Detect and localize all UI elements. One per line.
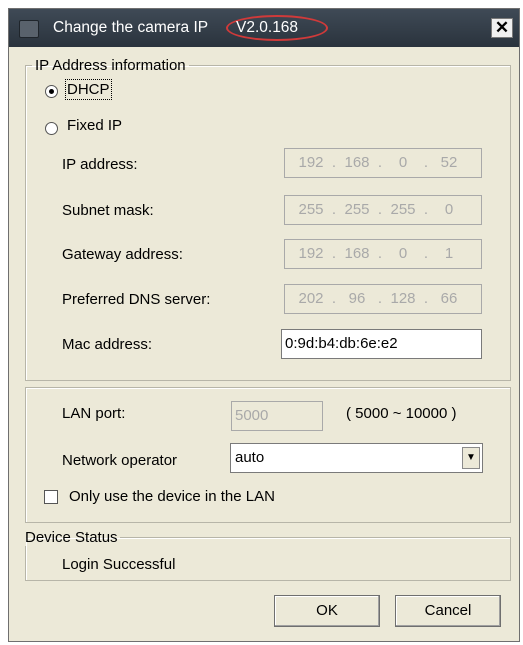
dns-octet: 66 [440,290,458,307]
fixed-ip-label[interactable]: Fixed IP [67,117,122,134]
mask-octet: 255 [298,201,324,218]
lan-port-label: LAN port: [62,405,126,422]
mask-octet: 0 [444,201,454,218]
window-title: Change the camera IP [53,19,209,36]
version-label: V2.0.168 [236,19,299,36]
app-icon [19,20,39,38]
chevron-down-icon[interactable]: ▼ [462,447,480,469]
dns-octet: 128 [390,290,416,307]
ip-address-label: IP address: [62,156,138,173]
ip-octet: 52 [440,154,458,171]
gateway-octet: 192 [298,245,324,262]
network-operator-select[interactable]: auto ▼ [230,443,483,473]
ok-button[interactable]: OK [274,595,380,627]
device-status-group: Device Status [25,529,511,581]
ip-octet: 192 [298,154,324,171]
mask-octet: 255 [390,201,416,218]
dns-field[interactable]: 202. 96. 128. 66 [284,284,482,314]
network-operator-label: Network operator [62,452,178,469]
gateway-octet: 1 [444,245,454,262]
lan-port-field[interactable]: 5000 [231,401,323,431]
title-bar[interactable]: Change the camera IP V2.0.168 ✕ [9,9,519,47]
ip-address-field[interactable]: 192. 168. 0. 52 [284,148,482,178]
subnet-mask-field[interactable]: 255. 255. 255. 0 [284,195,482,225]
gateway-label: Gateway address: [62,246,183,263]
dns-label: Preferred DNS server: [62,291,211,308]
status-text: Login Successful [62,556,176,573]
ip-group-legend: IP Address information [35,57,186,74]
close-button[interactable]: ✕ [491,18,513,38]
cancel-button[interactable]: Cancel [395,595,501,627]
mac-address-label: Mac address: [62,336,153,353]
dhcp-radio[interactable] [45,85,58,98]
ip-octet: 0 [398,154,408,171]
lan-only-checkbox[interactable] [44,490,58,504]
gateway-field[interactable]: 192. 168. 0. 1 [284,239,482,269]
ip-octet: 168 [344,154,370,171]
change-camera-ip-dialog: Change the camera IP V2.0.168 ✕ IP Addre… [8,8,520,642]
port-range-label: ( 5000 ~ 10000 ) [346,405,457,422]
dns-octet: 202 [298,290,324,307]
close-icon: ✕ [494,18,510,37]
mac-address-input[interactable]: 0:9d:b4:db:6e:e2 [281,329,482,359]
fixed-ip-radio[interactable] [45,122,58,135]
lan-only-label[interactable]: Only use the device in the LAN [69,488,275,505]
dns-octet: 96 [348,290,366,307]
device-status-legend: Device Status [25,529,118,546]
version-highlight: V2.0.168 [226,15,328,41]
gateway-octet: 168 [344,245,370,262]
dhcp-label[interactable]: DHCP [65,79,112,100]
mask-octet: 255 [344,201,370,218]
network-operator-value: auto [235,449,265,466]
subnet-mask-label: Subnet mask: [62,202,154,219]
gateway-octet: 0 [398,245,408,262]
